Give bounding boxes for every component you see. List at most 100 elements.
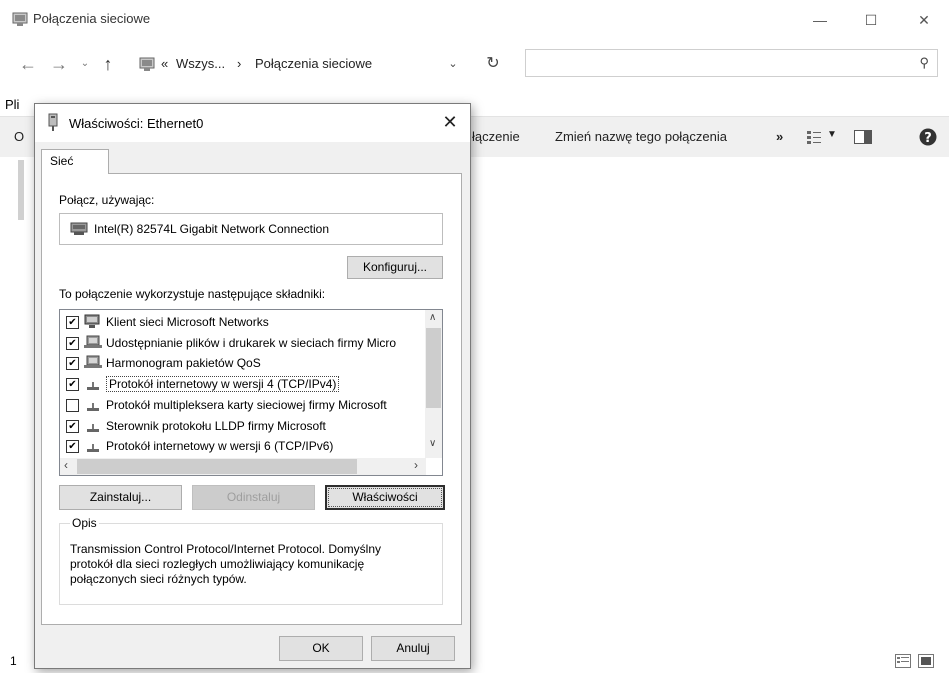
explorer-title-bar: Połączenia sieciowe — ☐ ✕ xyxy=(0,0,949,40)
network-tab-panel: Połącz, używając: Intel(R) 82574L Gigabi… xyxy=(41,173,462,625)
explorer-title: Połączenia sieciowe xyxy=(33,11,151,26)
svg-text:?: ? xyxy=(924,131,932,146)
install-button[interactable]: Zainstaluj... xyxy=(59,485,182,510)
cancel-button[interactable]: Anuluj xyxy=(371,636,455,661)
uninstall-button[interactable]: Odinstaluj xyxy=(192,485,315,510)
breadcrumb-separator[interactable]: › xyxy=(237,51,241,77)
component-checkbox[interactable]: ✔ xyxy=(66,336,79,350)
component-label: Sterownik protokołu LLDP firmy Microsoft xyxy=(106,418,326,433)
component-checkbox[interactable] xyxy=(66,398,79,412)
scroll-right-icon[interactable]: › xyxy=(414,458,418,472)
large-icons-view-icon[interactable] xyxy=(918,654,934,668)
component-checkbox[interactable]: ✔ xyxy=(66,419,79,433)
forward-button[interactable]: → xyxy=(48,52,70,76)
ok-button[interactable]: OK xyxy=(279,636,363,661)
components-label: To połączenie wykorzystuje następujące s… xyxy=(59,287,326,301)
component-item[interactable]: ✔ Protokół internetowy w wersji 4 (TCP/IP… xyxy=(66,375,426,395)
component-item[interactable]: ✔ Protokół internetowy w wersji 6 (TCP/IP… xyxy=(66,437,426,457)
component-label: Protokół internetowy w wersji 6 (TCP/IPv… xyxy=(106,439,334,454)
dialog-title: Właściwości: Ethernet0 xyxy=(69,116,204,131)
component-label: Klient sieci Microsoft Networks xyxy=(106,315,269,329)
menu-file[interactable]: Pli xyxy=(5,97,19,112)
configure-button[interactable]: Konfiguruj... xyxy=(347,256,443,279)
component-checkbox[interactable]: ✔ xyxy=(66,440,79,454)
address-dropdown-button[interactable]: ⌄ xyxy=(440,51,466,77)
search-input[interactable]: ⚲ xyxy=(525,49,938,77)
maximize-button[interactable]: ☐ xyxy=(848,0,894,40)
command-more[interactable]: » xyxy=(776,129,783,144)
properties-dialog: Właściwości: Ethernet0 ✕ Sieć Połącz, uż… xyxy=(34,103,471,669)
description-legend: Opis xyxy=(70,516,99,530)
address-bar-row: ← → ⌄ ↑ « Wszys... › Połączenia sieciowe… xyxy=(0,40,949,88)
protocol-icon xyxy=(84,376,102,392)
component-label: Harmonogram pakietów QoS xyxy=(106,356,261,371)
protocol-icon xyxy=(84,438,102,454)
component-item[interactable]: Protokół multipleksera karty sieciowej f… xyxy=(66,396,426,416)
minimize-button[interactable]: — xyxy=(797,0,843,40)
breadcrumb-overflow[interactable]: « xyxy=(161,51,168,77)
refresh-icon: ↻ xyxy=(486,55,500,72)
adapter-name: Intel(R) 82574L Gigabit Network Connecti… xyxy=(94,222,330,236)
network-folder-icon xyxy=(12,12,28,26)
description-text: Transmission Control Protocol/Internet P… xyxy=(70,542,382,586)
details-view-icon[interactable] xyxy=(895,654,911,668)
minimize-icon: — xyxy=(813,12,827,28)
view-dropdown-icon[interactable]: ▼ xyxy=(827,129,837,140)
scroll-left-icon[interactable]: ‹ xyxy=(64,458,68,472)
scroll-up-icon[interactable]: ∧ xyxy=(429,312,436,323)
protocol-icon xyxy=(84,418,102,434)
component-label: Protokół multipleksera karty sieciowej f… xyxy=(106,397,387,412)
dialog-title-bar: Właściwości: Ethernet0 ✕ xyxy=(35,104,470,142)
network-adapter-icon xyxy=(70,222,88,235)
up-arrow-icon: ↑ xyxy=(103,54,113,74)
maximize-icon: ☐ xyxy=(864,12,878,28)
component-item[interactable]: ✔ Klient sieci Microsoft Networks xyxy=(66,313,426,333)
component-item[interactable]: ✔ Harmonogram pakietów QoS xyxy=(66,354,426,374)
component-checkbox[interactable]: ✔ xyxy=(66,378,79,392)
back-button[interactable]: ← xyxy=(17,52,39,76)
refresh-button[interactable]: ↻ xyxy=(475,49,511,79)
command-organize[interactable]: O xyxy=(14,129,24,144)
chevron-down-icon: ⌄ xyxy=(448,58,458,70)
network-service-icon xyxy=(84,335,102,351)
tab-network[interactable]: Sieć xyxy=(41,149,109,174)
breadcrumb-item-current[interactable]: Połączenia sieciowe xyxy=(255,51,372,77)
horizontal-scroll-thumb[interactable] xyxy=(77,459,357,474)
vertical-scrollbar[interactable]: ∧ ∨ xyxy=(425,310,442,458)
connect-using-label: Połącz, używając: xyxy=(59,193,155,207)
network-client-icon xyxy=(84,314,102,330)
component-checkbox[interactable]: ✔ xyxy=(66,357,79,371)
component-label: Udostępnianie plików i drukarek w siecia… xyxy=(106,335,397,350)
component-checkbox[interactable]: ✔ xyxy=(66,316,79,329)
help-icon[interactable]: ? xyxy=(919,128,937,146)
chevron-down-icon: ⌄ xyxy=(80,58,90,69)
preview-pane-icon[interactable] xyxy=(854,130,872,144)
properties-button[interactable]: Właściwości xyxy=(325,485,445,510)
adapter-field: Intel(R) 82574L Gigabit Network Connecti… xyxy=(59,213,443,245)
recent-locations-button[interactable]: ⌄ xyxy=(74,52,96,76)
vertical-scroll-thumb[interactable] xyxy=(426,328,441,408)
forward-arrow-icon: → xyxy=(50,54,68,74)
component-label: Protokół internetowy w wersji 4 (TCP/IPv… xyxy=(106,376,340,393)
status-item-count: 1 xyxy=(10,654,17,668)
address-breadcrumb[interactable]: « Wszys... › Połączenia sieciowe xyxy=(137,51,467,77)
dialog-close-button[interactable]: ✕ xyxy=(436,109,464,135)
close-window-button[interactable]: ✕ xyxy=(901,0,947,40)
component-item[interactable]: ✔ Udostępnianie plików i drukarek w sieci… xyxy=(66,334,426,354)
components-list[interactable]: ✔ Klient sieci Microsoft Networks ✔ Udostęp… xyxy=(59,309,443,476)
up-button[interactable]: ↑ xyxy=(97,52,119,76)
view-options-icon[interactable] xyxy=(806,129,822,145)
command-rename-connection[interactable]: Zmień nazwę tego połączenia xyxy=(555,129,727,144)
search-icon[interactable]: ⚲ xyxy=(919,55,929,71)
description-group: Opis Transmission Control Protocol/Inter… xyxy=(59,516,443,605)
command-partial[interactable]: łączenie xyxy=(472,129,520,144)
component-item[interactable]: ✔ Sterownik protokołu LLDP firmy Microsof… xyxy=(66,417,426,437)
close-icon: ✕ xyxy=(918,12,930,28)
file-list-fragment xyxy=(18,160,24,220)
scroll-down-icon[interactable]: ∨ xyxy=(429,438,436,449)
network-adapter-icon xyxy=(48,113,58,131)
breadcrumb-item-all[interactable]: Wszys... xyxy=(176,51,225,77)
back-arrow-icon: ← xyxy=(19,54,37,74)
horizontal-scrollbar[interactable]: ‹ › xyxy=(60,458,426,475)
protocol-icon xyxy=(84,397,102,413)
